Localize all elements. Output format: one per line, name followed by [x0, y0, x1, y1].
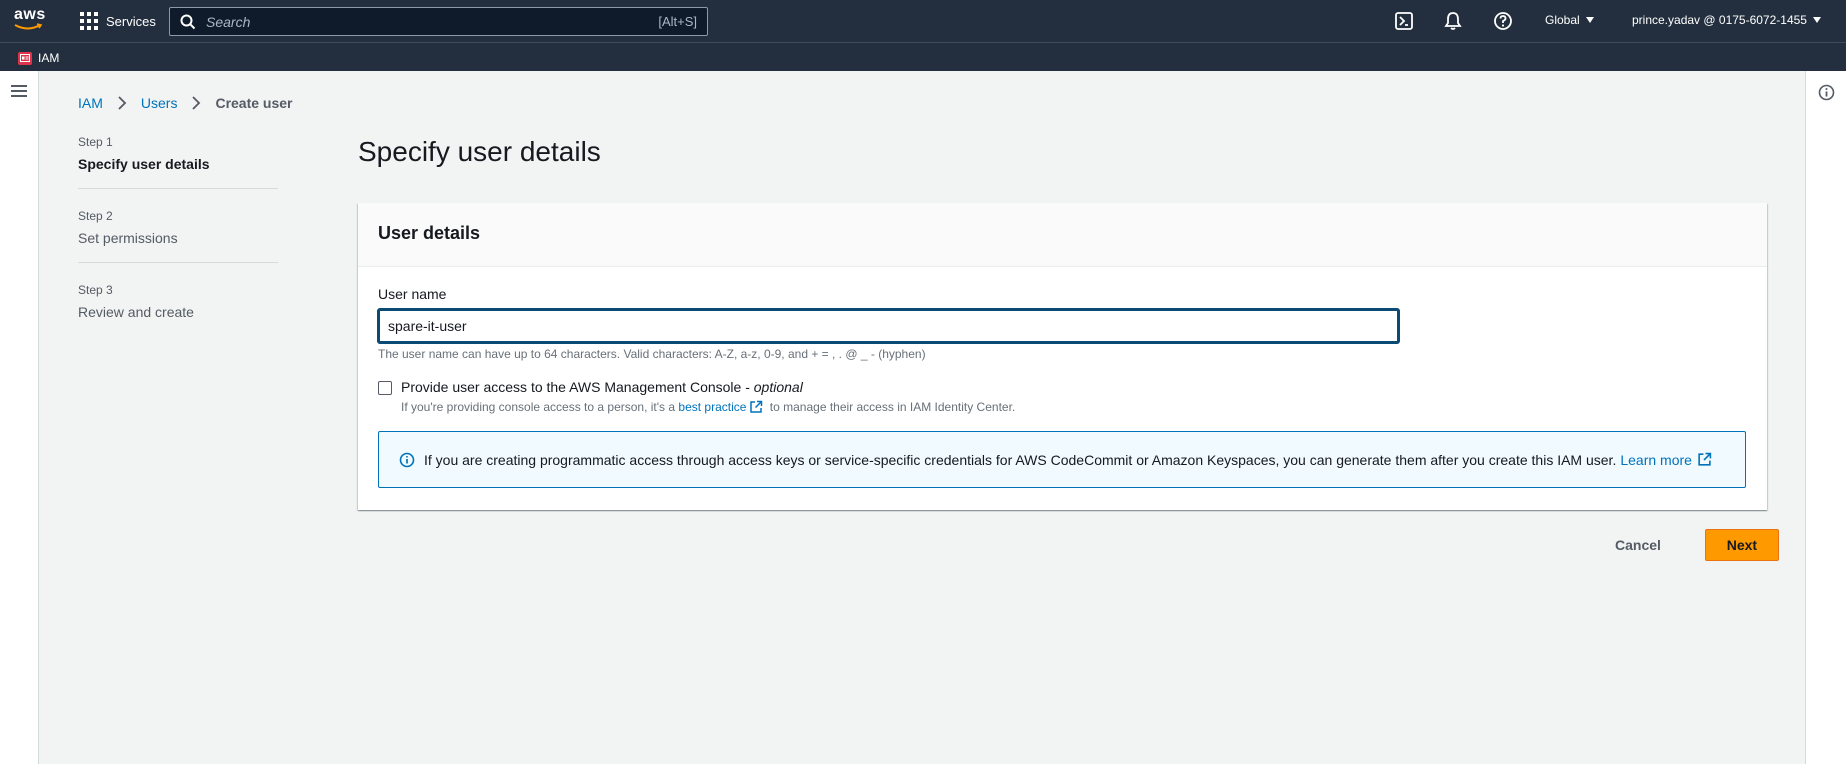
chevron-right-icon	[192, 96, 201, 110]
search-shortcut-hint: [Alt+S]	[658, 14, 697, 29]
external-link-icon	[1698, 452, 1712, 466]
breadcrumb-iam[interactable]: IAM	[78, 95, 103, 111]
learn-more-link[interactable]: Learn more	[1620, 452, 1692, 468]
search-input[interactable]	[196, 13, 659, 30]
step-3: Step 3 Review and create	[78, 283, 278, 336]
console-access-option: Provide user access to the AWS Managemen…	[378, 379, 1015, 414]
info-icon	[399, 452, 415, 467]
step-title: Set permissions	[78, 230, 178, 246]
user-details-panel: User details User name The user name can…	[358, 203, 1767, 510]
search-icon	[180, 14, 196, 29]
step-1: Step 1 Specify user details	[78, 135, 278, 189]
username-label: User name	[378, 286, 447, 302]
top-navigation: aws Services [Alt+S] Global	[0, 0, 1846, 42]
console-access-checkbox[interactable]	[378, 381, 392, 395]
step-number: Step 3	[78, 283, 113, 297]
search-box[interactable]: [Alt+S]	[169, 7, 708, 36]
services-menu-button[interactable]: Services	[80, 10, 156, 32]
console-access-label[interactable]: Provide user access to the AWS Managemen…	[401, 379, 1015, 395]
iam-service-icon	[18, 51, 32, 65]
aws-logo-text: aws	[14, 6, 46, 23]
desc-before: If you're providing console access to a …	[401, 400, 679, 414]
panel-header: User details	[358, 203, 1767, 267]
breadcrumb: IAM Users Create user	[78, 95, 293, 111]
caret-down-icon	[1812, 17, 1821, 23]
step-2: Step 2 Set permissions	[78, 209, 278, 263]
best-practice-link[interactable]: best practice	[678, 400, 746, 414]
step-number: Step 1	[78, 135, 113, 149]
console-access-description: If you're providing console access to a …	[401, 400, 1015, 414]
region-label: Global	[1545, 13, 1580, 27]
breadcrumb-current: Create user	[215, 95, 293, 111]
favorite-iam[interactable]: IAM	[18, 51, 59, 65]
aws-logo[interactable]: aws	[14, 6, 50, 36]
panel-title: User details	[378, 223, 481, 243]
bell-icon[interactable]	[1443, 11, 1463, 31]
optional-text: optional	[753, 379, 803, 395]
services-label: Services	[106, 13, 156, 29]
wizard-steps: Step 1 Specify user details Step 2 Set p…	[78, 135, 278, 356]
region-selector[interactable]: Global	[1545, 13, 1594, 27]
service-favorites-bar: IAM	[0, 42, 1846, 71]
username-input[interactable]	[378, 309, 1399, 343]
step-title: Review and create	[78, 304, 194, 320]
aws-smile-icon	[14, 23, 43, 30]
right-tools-rail	[1805, 71, 1846, 764]
favorite-iam-label: IAM	[38, 51, 60, 65]
account-menu[interactable]: prince.yadav @ 0175-6072-1455	[1632, 13, 1821, 27]
page-title: Specify user details	[358, 136, 601, 167]
caret-down-icon	[1585, 17, 1594, 23]
step-title: Specify user details	[78, 156, 210, 172]
wizard-actions: Cancel Next	[1595, 529, 1779, 561]
info-alert: If you are creating programmatic access …	[378, 431, 1746, 488]
help-icon[interactable]	[1493, 11, 1513, 31]
info-panel-icon[interactable]	[1818, 84, 1835, 101]
chevron-right-icon	[118, 96, 127, 110]
desc-after: to manage their access in IAM Identity C…	[766, 400, 1016, 414]
alert-text: If you are creating programmatic access …	[424, 451, 1617, 468]
cancel-button[interactable]: Cancel	[1595, 529, 1681, 561]
next-button[interactable]: Next	[1704, 529, 1779, 561]
breadcrumb-users[interactable]: Users	[141, 95, 178, 111]
step-number: Step 2	[78, 209, 113, 223]
account-label: prince.yadav @ 0175-6072-1455	[1632, 13, 1807, 27]
cloudshell-icon[interactable]	[1394, 11, 1414, 31]
menu-icon[interactable]	[11, 85, 27, 97]
external-link-icon	[750, 400, 763, 413]
username-hint: The user name can have up to 64 characte…	[378, 347, 926, 361]
console-access-text: Provide user access to the AWS Managemen…	[401, 379, 754, 395]
grid-icon	[80, 12, 98, 30]
left-navigation-rail	[0, 71, 39, 764]
